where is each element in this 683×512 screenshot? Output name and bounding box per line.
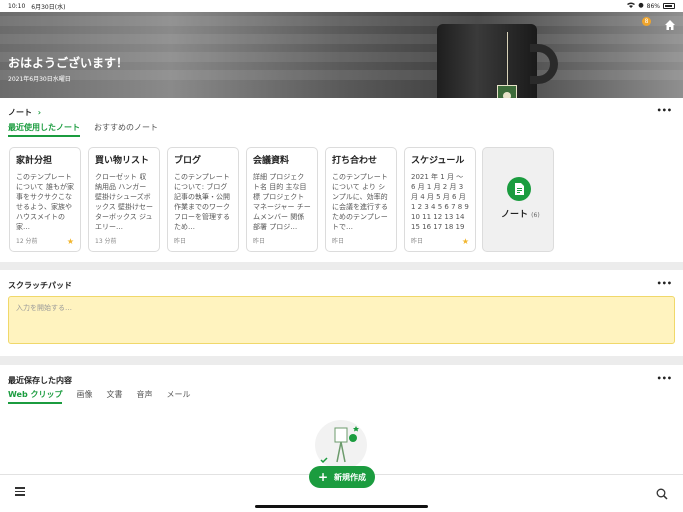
scratchpad-title: スクラッチパッド: [8, 281, 72, 290]
tab-images[interactable]: 画像: [76, 389, 92, 404]
status-bar: 10:10 6月30日(水) 86%: [0, 0, 683, 12]
star-icon: ★: [461, 237, 469, 246]
note-title: ブログ: [174, 156, 202, 166]
note-title: スケジュール: [411, 156, 465, 166]
notes-title: ノート: [8, 108, 32, 117]
status-date: 6月30日(水): [31, 3, 66, 11]
hero-banner: おはようございます！ 2021年6月30日水曜日 8: [0, 12, 683, 98]
wifi-icon: [626, 2, 635, 10]
menu-icon[interactable]: [15, 487, 25, 496]
web-clip-illustration: [315, 420, 367, 470]
note-card[interactable]: ブログ このテンプレートについて: ブログ記事の執筆・公開作業までのワークフロー…: [167, 147, 239, 252]
tab-suggested-notes[interactable]: おすすめのノート: [94, 122, 158, 137]
note-card[interactable]: スケジュール 2021 年 1 月 ～ 6 月 1 月 2 月 3 月 4 月 …: [404, 147, 476, 252]
note-title: 買い物リスト: [95, 156, 150, 166]
note-snippet: クローゼット 収納用品 ハンガー 壁掛けシューズボックス 壁掛けセーターボックス…: [95, 173, 153, 231]
battery-percent: 86%: [646, 2, 660, 10]
new-note-label: 新規作成: [334, 472, 367, 482]
notes-header[interactable]: ノート ›: [8, 107, 41, 118]
note-card[interactable]: 会議資料 詳細 プロジェクト名 目的 主な目標 プロジェクトマネージャー チーム…: [246, 147, 318, 252]
note-card[interactable]: 買い物リスト クローゼット 収納用品 ハンガー 壁掛けシューズボックス 壁掛けセ…: [88, 147, 160, 252]
status-time: 10:10: [8, 2, 26, 10]
note-time: 昨日: [253, 238, 266, 245]
all-notes-label: ノート (6): [501, 207, 540, 220]
note-card[interactable]: 打ち合わせ このテンプレートについて より シンプルに、効率的に会議を進行するた…: [325, 147, 397, 252]
coin-icon[interactable]: 8: [642, 17, 651, 26]
scratchpad-input[interactable]: 入力を開始する…: [8, 296, 675, 344]
star-icon: ★: [66, 237, 74, 246]
scratchpad-more-button[interactable]: •••: [657, 279, 672, 288]
note-time: 13 分前: [95, 238, 117, 245]
note-time: 昨日: [174, 238, 187, 245]
greeting-date: 2021年6月30日水曜日: [8, 76, 71, 83]
new-note-button[interactable]: + 新規作成: [309, 466, 375, 488]
notes-more-button[interactable]: •••: [657, 106, 672, 115]
all-notes-count: (6): [531, 212, 540, 219]
tab-documents[interactable]: 文書: [106, 389, 122, 404]
chevron-right-icon: ›: [37, 108, 42, 117]
note-icon: [507, 177, 531, 201]
note-snippet: 2021 年 1 月 ～ 6 月 1 月 2 月 3 月 4 月 5 月 6 月…: [411, 173, 469, 231]
recent-title: 最近保存した内容: [8, 376, 72, 385]
note-time: 昨日: [411, 238, 424, 245]
greeting-title: おはようございます！: [8, 56, 129, 70]
home-icon[interactable]: [664, 16, 676, 30]
tab-recent-notes[interactable]: 最近使用したノート: [8, 122, 80, 137]
all-notes-tile[interactable]: ノート (6): [482, 147, 554, 252]
all-notes-text: ノート: [501, 210, 529, 220]
scratchpad-placeholder: 入力を開始する…: [16, 304, 72, 312]
note-title: 家計分担: [16, 156, 53, 166]
alarm-icon: [638, 2, 644, 10]
tab-audio[interactable]: 音声: [136, 389, 152, 404]
plus-icon: +: [317, 470, 329, 484]
tab-web-clips[interactable]: Web クリップ: [8, 389, 63, 404]
recent-more-button[interactable]: •••: [657, 374, 672, 383]
tea-tag-image: [497, 85, 517, 98]
status-indicators: 86%: [626, 2, 675, 10]
note-snippet: このテンプレートについて より シンプルに、効率的に会議を進行するためのテンプレ…: [332, 173, 388, 231]
tab-email[interactable]: メール: [166, 389, 190, 404]
note-card[interactable]: 家計分担 このテンプレートについて 誰もが家事をサクサクこなせるよう、家族やハウ…: [9, 147, 81, 252]
note-time: 12 分前: [16, 238, 38, 245]
note-snippet: このテンプレートについて 誰もが家事をサクサクこなせるよう、家族やハウスメイトの…: [16, 173, 74, 231]
note-time: 昨日: [332, 238, 345, 245]
note-title: 打ち合わせ: [332, 156, 378, 166]
note-snippet: このテンプレートについて: ブログ記事の執筆・公開作業までのワークフローを管理す…: [174, 173, 230, 231]
note-snippet: 詳細 プロジェクト名 目的 主な目標 プロジェクトマネージャー チームメンバー …: [253, 173, 311, 231]
search-icon[interactable]: [656, 485, 668, 500]
home-indicator[interactable]: [255, 505, 428, 508]
note-title: 会議資料: [253, 156, 290, 166]
mug-image: [437, 24, 537, 98]
battery-icon: [663, 3, 675, 9]
